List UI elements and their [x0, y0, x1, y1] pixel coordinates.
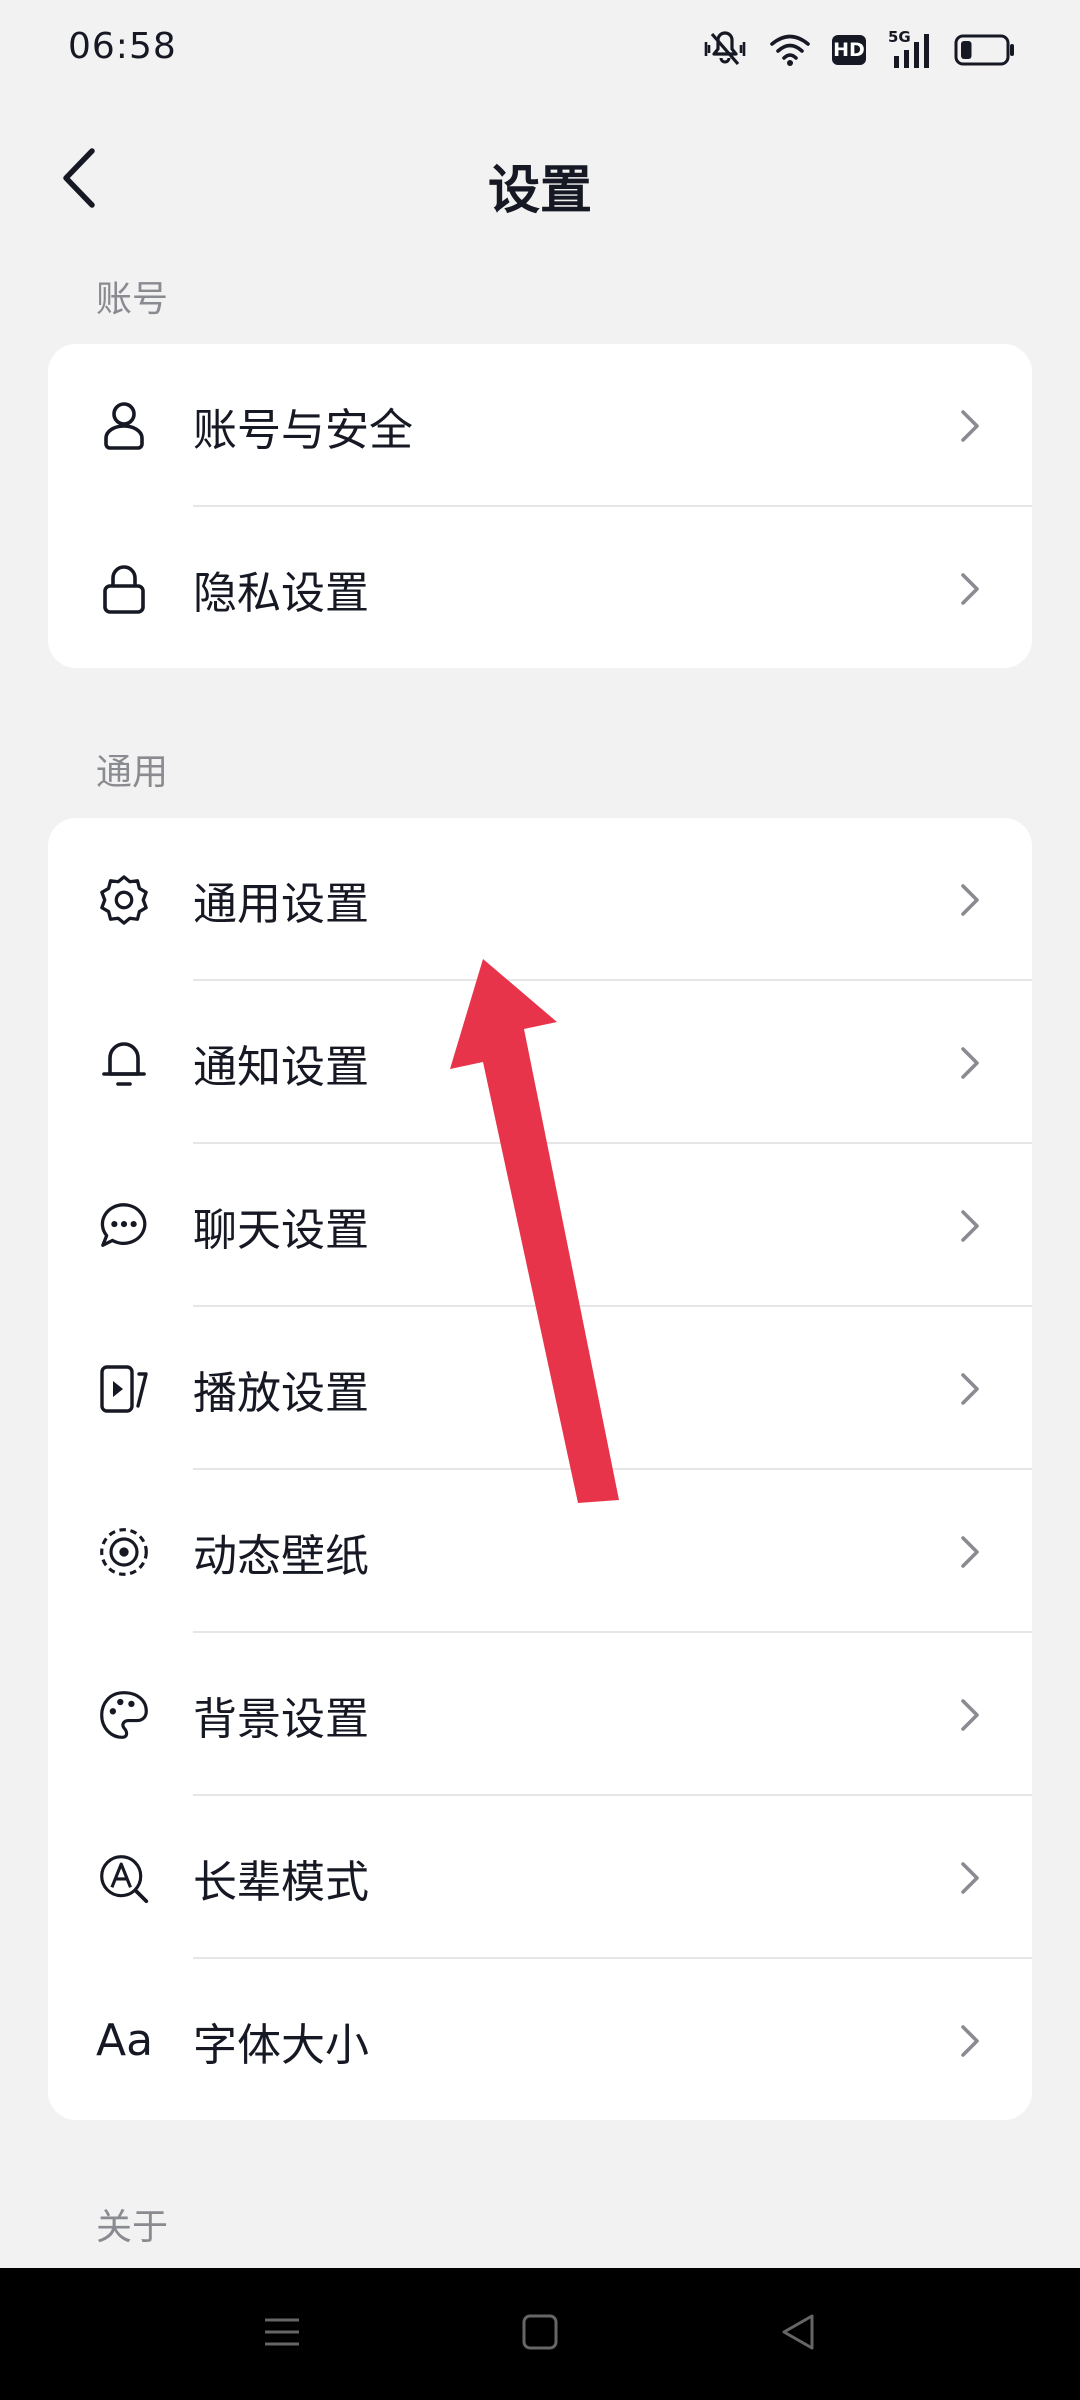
back-triangle-icon: [778, 2312, 818, 2356]
play-icon: [98, 1363, 150, 1415]
chevron-right-icon: [956, 1860, 984, 1896]
home-button[interactable]: [504, 2298, 576, 2370]
settings-row-playback[interactable]: 播放设置: [48, 1307, 1032, 1470]
settings-row-account-security[interactable]: 账号与安全: [48, 344, 1032, 507]
mute-vibrate-icon: [702, 30, 748, 70]
font-size-icon-text: Aa: [96, 2015, 154, 2066]
chevron-right-icon: [956, 1208, 984, 1244]
elder-mode-icon: [98, 1852, 150, 1904]
palette-icon: [98, 1689, 150, 1741]
general-card: 通用设置 通知设置 聊天设置 播放设置 动态壁纸 背景设置 长辈模式 Aa 字体…: [48, 818, 1032, 2120]
chevron-right-icon: [956, 1045, 984, 1081]
status-time: 06:58: [68, 26, 177, 67]
account-card: 账号与安全 隐私设置: [48, 344, 1032, 668]
settings-row-label: 字体大小: [193, 2019, 369, 2071]
settings-row-notification[interactable]: 通知设置: [48, 981, 1032, 1144]
menu-button[interactable]: [246, 2298, 318, 2370]
status-bar: 06:58 HD 5G: [0, 0, 1080, 100]
chevron-right-icon: [956, 1371, 984, 1407]
header: 设置: [0, 120, 1080, 240]
settings-row-label: 长辈模式: [193, 1856, 369, 1908]
wallpaper-icon: [98, 1526, 150, 1578]
home-icon: [520, 2312, 560, 2356]
section-label-general: 通用: [96, 752, 169, 793]
chevron-right-icon: [956, 2023, 984, 2059]
settings-row-live-wallpaper[interactable]: 动态壁纸: [48, 1470, 1032, 1633]
settings-row-privacy[interactable]: 隐私设置: [48, 507, 1032, 668]
settings-row-background[interactable]: 背景设置: [48, 1633, 1032, 1796]
back-nav-button[interactable]: [762, 2298, 834, 2370]
menu-icon: [262, 2312, 302, 2356]
hd-icon: HD: [832, 35, 866, 65]
chevron-right-icon: [956, 571, 984, 607]
chevron-right-icon: [956, 1534, 984, 1570]
settings-row-label: 账号与安全: [193, 404, 413, 456]
system-nav-bar: [0, 2268, 1080, 2400]
settings-row-label: 通知设置: [193, 1041, 369, 1093]
bell-icon: [98, 1037, 150, 1089]
settings-row-label: 动态壁纸: [193, 1530, 369, 1582]
wifi-icon: [770, 33, 810, 67]
settings-row-label: 聊天设置: [193, 1204, 369, 1256]
user-icon: [98, 400, 150, 452]
font-size-icon: Aa: [96, 2015, 166, 2067]
chevron-right-icon: [956, 408, 984, 444]
page-title: 设置: [487, 161, 592, 221]
settings-row-general[interactable]: 通用设置: [48, 818, 1032, 981]
section-label-about: 关于: [96, 2207, 169, 2248]
settings-row-chat[interactable]: 聊天设置: [48, 1144, 1032, 1307]
chevron-right-icon: [956, 882, 984, 918]
settings-row-label: 隐私设置: [193, 567, 369, 619]
status-icons: HD 5G: [702, 28, 1016, 72]
chat-bubble-icon: [98, 1200, 150, 1252]
chevron-right-icon: [956, 1697, 984, 1733]
lock-icon: [98, 563, 150, 615]
section-label-account: 账号: [96, 279, 169, 320]
5g-signal-icon: 5G: [888, 28, 932, 70]
gear-icon: [98, 874, 150, 926]
settings-row-label: 背景设置: [193, 1693, 369, 1745]
settings-row-label: 播放设置: [193, 1367, 369, 1419]
settings-row-label: 通用设置: [193, 878, 369, 930]
battery-icon: [954, 33, 1016, 67]
settings-row-font-size[interactable]: Aa 字体大小: [48, 1959, 1032, 2120]
settings-row-elder-mode[interactable]: 长辈模式: [48, 1796, 1032, 1959]
